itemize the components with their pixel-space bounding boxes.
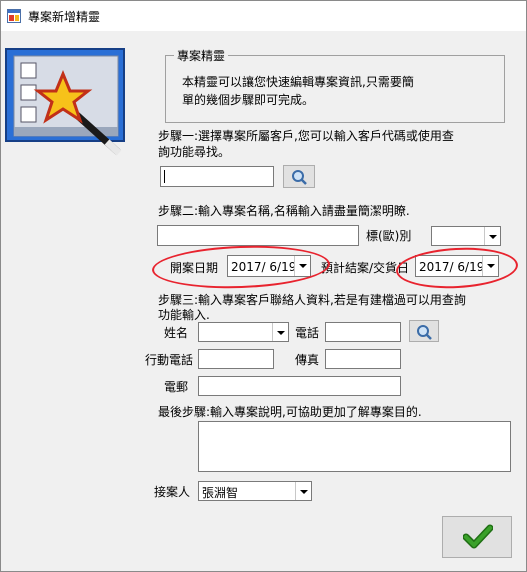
category-label: 標(歐)別 [366, 229, 412, 243]
step1-text-line-2: 詢功能尋找。 [158, 145, 231, 159]
receiver-value: 張淵智 [202, 486, 239, 500]
text-caret [164, 170, 165, 183]
wizard-star-wand-icon [5, 48, 125, 156]
green-checkmark-icon [463, 524, 493, 549]
group-legend: 專案精靈 [174, 47, 229, 64]
mobile-input[interactable] [198, 349, 274, 369]
final-step-text: 最後步驟:輸入專案說明,可協助更加了解專案目的. [158, 405, 422, 419]
fax-input[interactable] [325, 349, 401, 369]
receiver-label: 接案人 [154, 485, 191, 499]
window-title: 專案新增精靈 [28, 10, 101, 24]
phone-label: 電話 [295, 326, 320, 340]
project-name-input[interactable] [157, 225, 359, 246]
group-description-line-2: 單的幾個步驟即可完成。 [182, 93, 315, 107]
app-window-icon [7, 9, 21, 23]
annotation-ring-right [395, 244, 519, 292]
mobile-label: 行動電話 [145, 353, 194, 367]
category-dropdown[interactable] [431, 226, 501, 246]
customer-input[interactable] [160, 166, 274, 187]
chevron-down-icon[interactable] [295, 482, 311, 500]
wizard-window: 專案新增精靈 專案精靈 本精靈可以讓您快速編輯專案資訊,只需要簡 單的幾個步驟即… [0, 0, 527, 572]
customer-search-button[interactable] [283, 165, 315, 188]
email-label: 電郵 [164, 380, 189, 394]
phone-input[interactable] [325, 322, 401, 342]
description-textarea[interactable] [198, 421, 511, 472]
contact-name-label: 姓名 [164, 326, 189, 340]
chevron-down-icon[interactable] [484, 227, 500, 245]
magnifier-icon [417, 325, 432, 340]
receiver-dropdown[interactable]: 張淵智 [198, 481, 312, 501]
step2-text: 步驟二:輸入專案名稱,名稱輸入請盡量簡潔明瞭. [158, 204, 410, 218]
confirm-button[interactable] [442, 516, 512, 558]
group-description-line-1: 本精靈可以讓您快速編輯專案資訊,只需要簡 [182, 75, 414, 89]
contact-search-button[interactable] [409, 320, 439, 342]
title-bar: 專案新增精靈 [1, 1, 526, 31]
email-input[interactable] [198, 376, 401, 396]
fax-label: 傳真 [295, 353, 320, 367]
chevron-down-icon[interactable] [272, 323, 288, 341]
contact-name-dropdown[interactable] [198, 322, 289, 342]
magnifier-icon [292, 170, 307, 185]
annotation-ring-left [151, 242, 331, 292]
